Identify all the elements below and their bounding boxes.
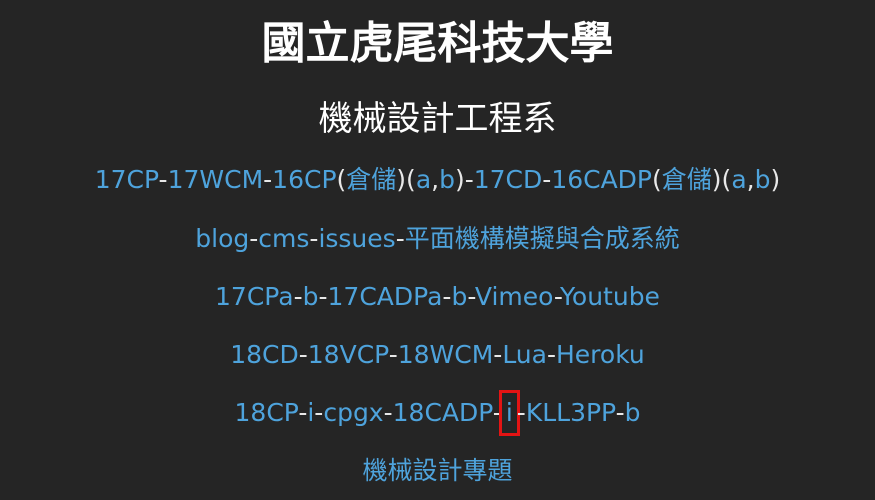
paren-close-dash: )-	[454, 165, 474, 194]
separator: -	[516, 398, 526, 427]
paren-close: )	[770, 165, 781, 194]
separator: -	[314, 398, 324, 427]
paren-group: )(	[396, 165, 416, 194]
link-17cpa-b[interactable]: b	[303, 282, 319, 311]
link-cms[interactable]: cms	[258, 224, 309, 253]
link-16cadp-a[interactable]: a	[731, 165, 746, 194]
link-16cp-b[interactable]: b	[439, 165, 455, 194]
separator: -	[318, 282, 328, 311]
separator: -	[615, 398, 625, 427]
link-row-18cp: 18CP-i-cpgx-18CADP-i -KLL3PP-b	[0, 390, 875, 436]
paren-open: (	[652, 165, 662, 194]
link-row-tools: blog-cms-issues-平面機構模擬與合成系統	[0, 219, 875, 259]
link-kll3pp[interactable]: KLL3PP	[526, 398, 616, 427]
link-design-project[interactable]: 機械設計專題	[362, 456, 512, 485]
link-heroku[interactable]: Heroku	[556, 340, 645, 369]
paren-open: (	[336, 165, 347, 194]
separator: -	[492, 398, 502, 427]
link-16cp-a[interactable]: a	[416, 165, 431, 194]
separator: -	[293, 282, 303, 311]
link-row-courses: 17CP-17WCM-16CP(倉儲)(a,b)-17CD-16CADP(倉儲)…	[0, 160, 875, 200]
link-lua[interactable]: Lua	[502, 340, 547, 369]
separator: -	[493, 340, 503, 369]
link-16cadp-b[interactable]: b	[755, 165, 771, 194]
separator: -	[467, 282, 475, 311]
link-18vcp[interactable]: 18VCP	[308, 340, 389, 369]
link-16cadp-repo[interactable]: 倉儲	[662, 165, 712, 194]
separator: -	[546, 340, 556, 369]
link-row-project: 機械設計專題	[0, 451, 875, 491]
separator: -	[263, 165, 273, 194]
link-cpgx[interactable]: cpgx	[323, 398, 383, 427]
link-row-videos: 17CPa-b-17CADPa-b-Vimeo-Youtube	[0, 277, 875, 317]
separator: -	[249, 224, 259, 253]
link-18cadp-i-highlighted[interactable]: i	[498, 390, 520, 436]
comma: ,	[431, 165, 440, 194]
paren-group: )(	[711, 165, 732, 194]
link-blog[interactable]: blog	[195, 224, 249, 253]
separator: -	[388, 340, 398, 369]
link-17wcm[interactable]: 17WCM	[168, 165, 264, 194]
link-18cd[interactable]: 18CD	[230, 340, 299, 369]
separator: -	[298, 398, 308, 427]
link-issues[interactable]: issues	[318, 224, 395, 253]
link-kll3pp-b[interactable]: b	[625, 398, 641, 427]
link-youtube[interactable]: Youtube	[560, 282, 660, 311]
separator: -	[542, 165, 552, 194]
site-title: 國立虎尾科技大學	[261, 18, 614, 69]
link-17cd[interactable]: 17CD	[474, 165, 543, 194]
link-17cpa[interactable]: 17CPa	[215, 282, 294, 311]
comma: ,	[746, 165, 755, 194]
link-16cp-repo[interactable]: 倉儲	[346, 165, 396, 194]
separator: -	[298, 340, 308, 369]
link-mechanism-simulation[interactable]: 平面機構模擬與合成系統	[405, 224, 680, 253]
separator: -	[395, 224, 405, 253]
link-17cadpa[interactable]: 17CADPa	[328, 282, 443, 311]
link-18cadp[interactable]: 18CADP	[393, 398, 493, 427]
link-18cp[interactable]: 18CP	[235, 398, 299, 427]
separator: -	[383, 398, 393, 427]
link-17cp[interactable]: 17CP	[95, 165, 159, 194]
separator: -	[158, 165, 168, 194]
link-18wcm[interactable]: 18WCM	[398, 340, 494, 369]
link-row-18: 18CD-18VCP-18WCM-Lua-Heroku	[0, 335, 875, 375]
link-17cadpa-b[interactable]: b	[451, 282, 467, 311]
link-16cp[interactable]: 16CP	[272, 165, 336, 194]
link-16cadp[interactable]: 16CADP	[551, 165, 652, 194]
link-vimeo[interactable]: Vimeo	[475, 282, 554, 311]
department-title: 機械設計工程系	[318, 99, 557, 139]
